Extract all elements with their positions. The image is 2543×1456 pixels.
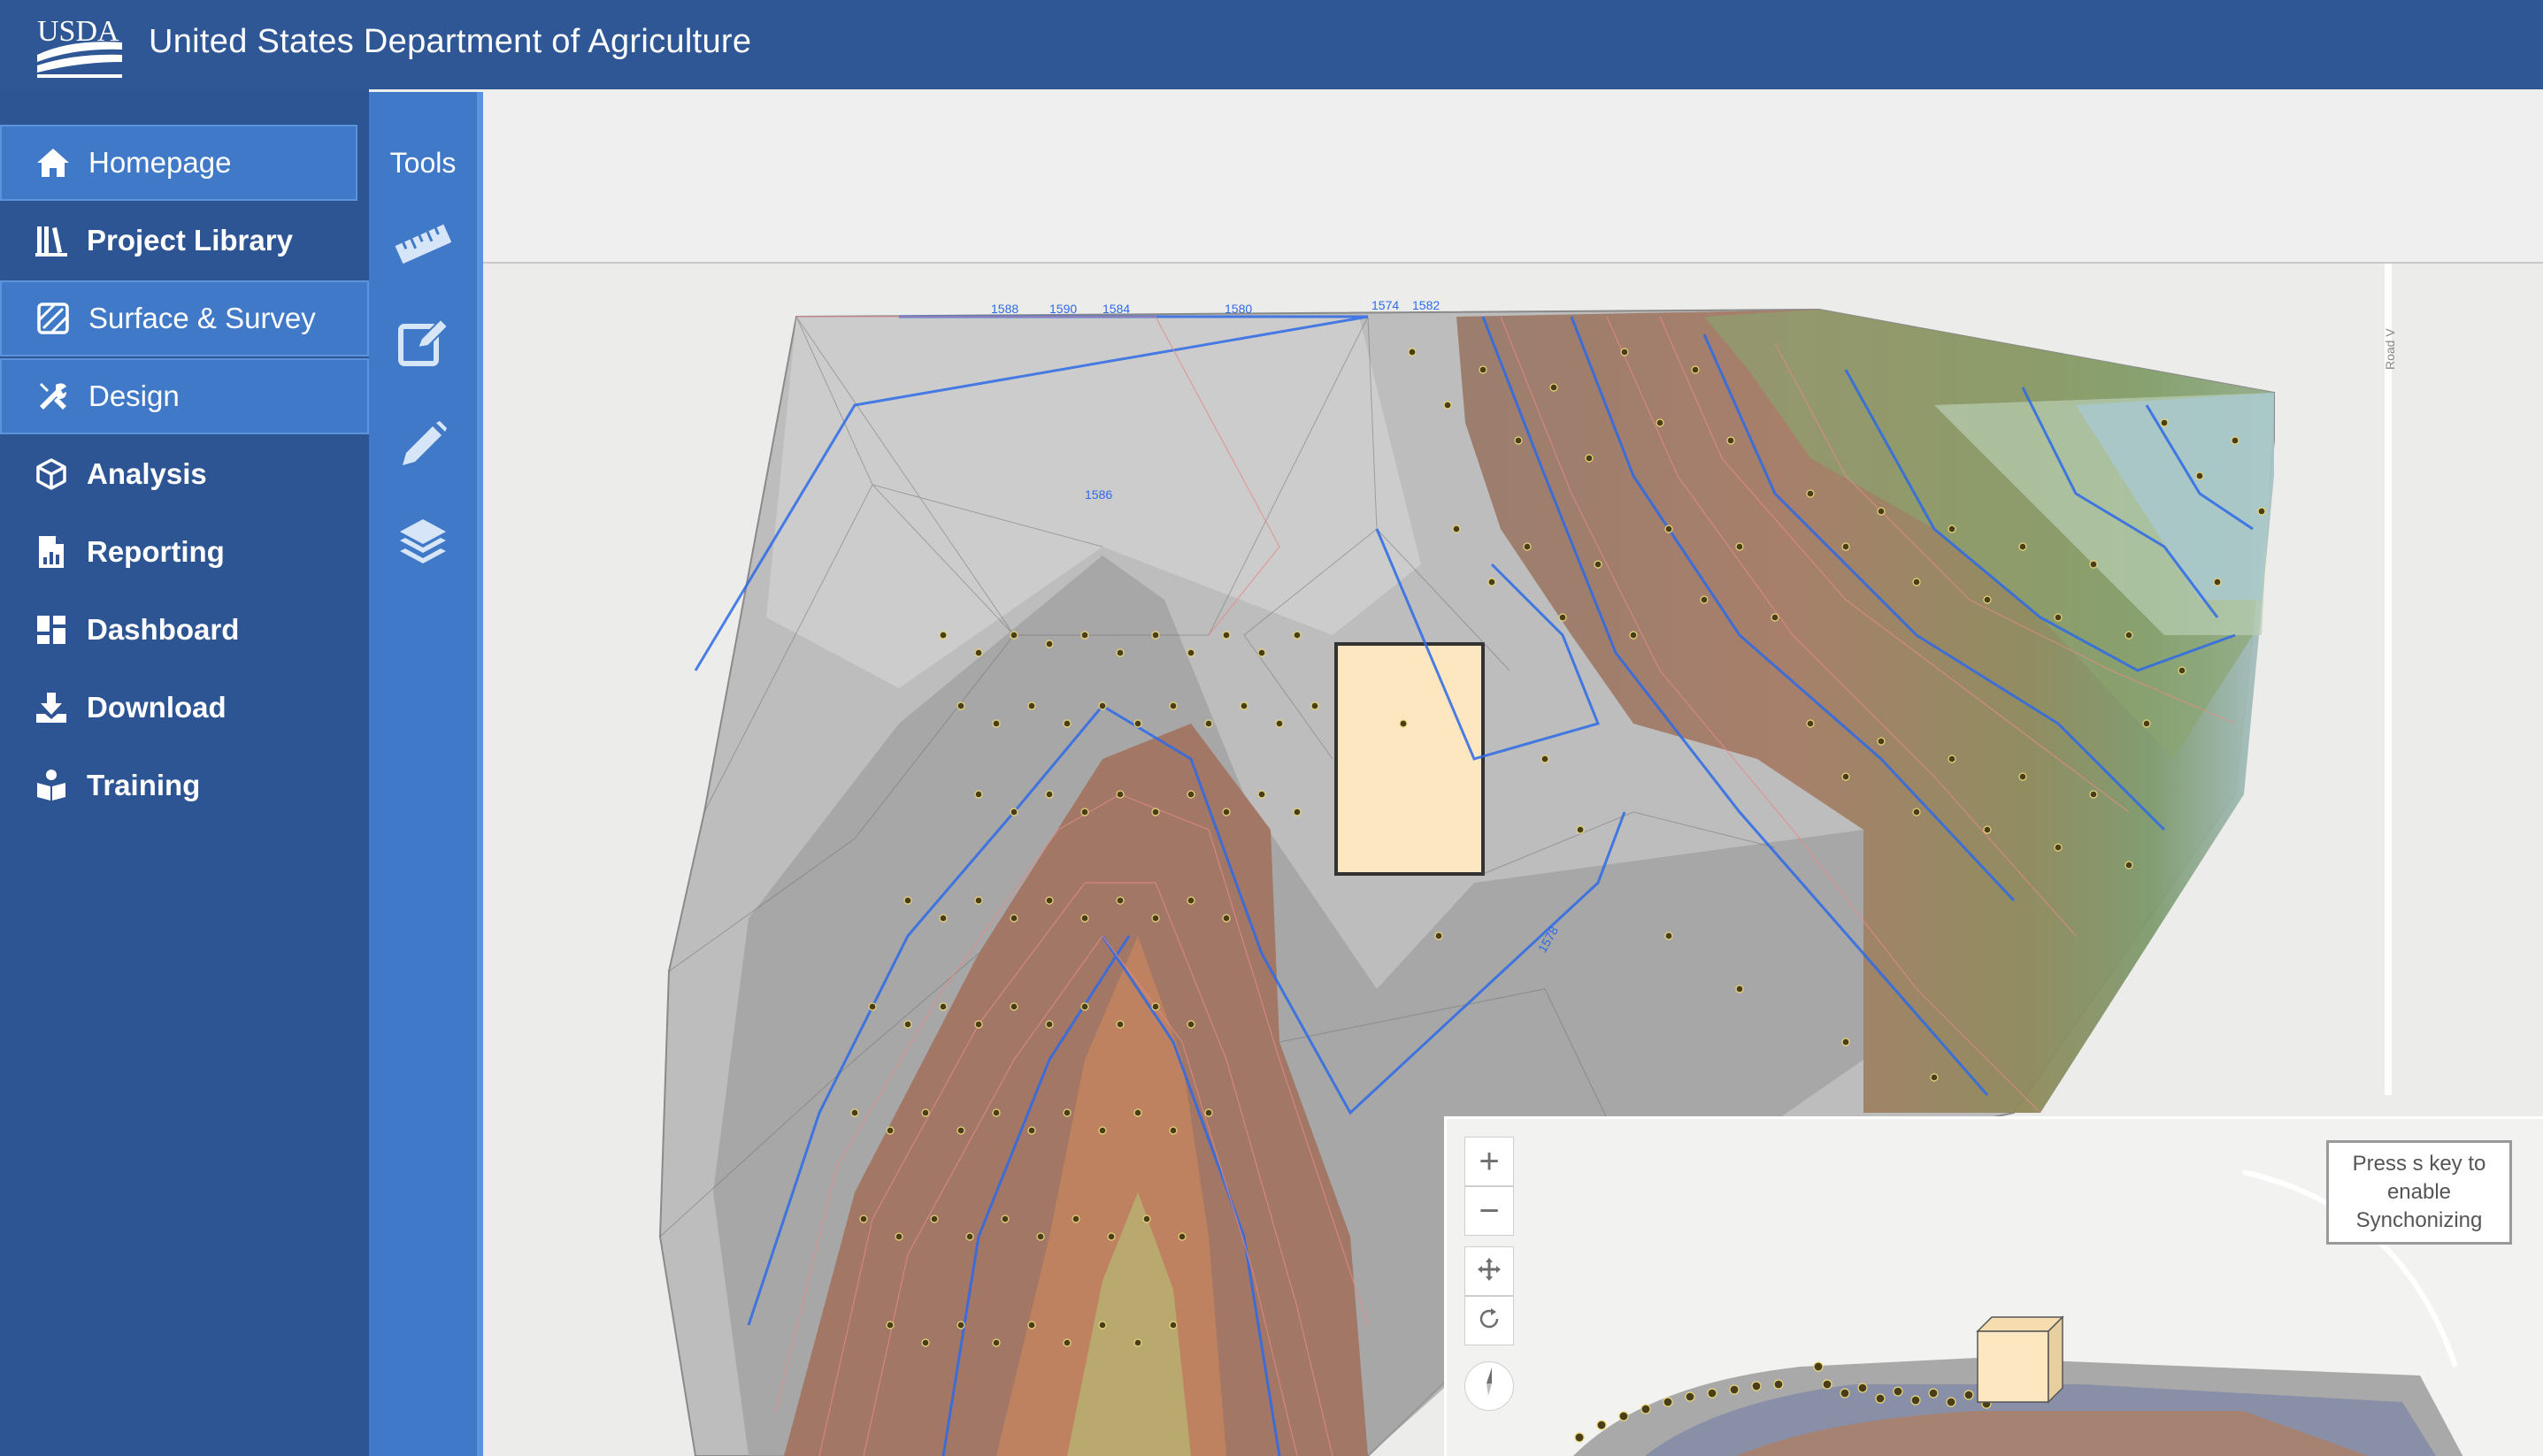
top-bar: USDA United States Department of Agricul…	[0, 0, 2543, 89]
zoom-out-button[interactable]: −	[1464, 1186, 1514, 1236]
agency-name: United States Department of Agriculture	[149, 23, 752, 60]
compass-icon	[1476, 1366, 1502, 1406]
sidebar-item-training[interactable]: Training	[0, 747, 369, 824]
contour-label: 1574	[1371, 298, 1399, 312]
sidebar-item-label: Training	[87, 769, 201, 801]
panel-divider[interactable]	[477, 92, 483, 1456]
tools-icon	[35, 379, 71, 414]
tools-title: Tools	[389, 147, 457, 179]
sidebar-item-download[interactable]: Download	[0, 670, 369, 746]
layers-icon[interactable]	[388, 508, 457, 577]
sidebar-item-dashboard[interactable]: Dashboard	[0, 592, 369, 668]
move-icon	[1476, 1252, 1502, 1291]
sidebar-item-reporting[interactable]: Reporting	[0, 514, 369, 590]
contour-label: 1584	[1102, 302, 1130, 316]
rotate-button[interactable]	[1464, 1296, 1514, 1345]
usda-logo[interactable]: USDA	[35, 12, 124, 78]
download-icon	[34, 690, 69, 725]
sidebar-item-label: Download	[87, 691, 227, 724]
sync-hint: Press s key to enable Synchonizing	[2326, 1140, 2512, 1245]
dashboard-icon	[34, 612, 69, 648]
cube-icon	[34, 456, 69, 492]
sidebar-item-label: Reporting	[87, 535, 225, 568]
sidebar-item-design[interactable]: Design	[0, 358, 369, 434]
map-header-area	[483, 92, 2543, 264]
contour-label: 1580	[1225, 302, 1252, 316]
pencil-icon[interactable]	[388, 410, 457, 479]
training-icon	[34, 768, 69, 803]
sidebar-item-surface-survey[interactable]: Surface & Survey	[0, 280, 369, 356]
pan-button[interactable]	[1464, 1246, 1514, 1296]
sidebar-item-homepage[interactable]: Homepage	[0, 125, 357, 201]
contour-label: 1588	[991, 302, 1018, 316]
contour-label: 1582	[1412, 298, 1440, 312]
3d-inset-view[interactable]: + − Press s key to enable Synchonizing	[1444, 1116, 2543, 1456]
sidebar-item-label: Dashboard	[87, 613, 240, 646]
zoom-in-button[interactable]: +	[1464, 1137, 1514, 1186]
sidebar-item-label: Surface & Survey	[88, 302, 316, 334]
home-icon	[35, 145, 71, 180]
surface-icon	[35, 301, 71, 336]
sidebar-nav: Homepage Project Library Surface & Surve…	[0, 89, 369, 1456]
road-label: Road V	[2383, 328, 2397, 370]
edit-icon[interactable]	[388, 308, 457, 377]
report-icon	[34, 534, 69, 570]
sidebar-item-analysis[interactable]: Analysis	[0, 436, 369, 512]
library-icon	[34, 223, 69, 258]
contour-label: 1586	[1085, 487, 1112, 502]
structure-pad[interactable]	[1334, 642, 1485, 876]
sidebar-item-project-library[interactable]: Project Library	[0, 203, 369, 279]
sidebar-item-label: Project Library	[87, 224, 293, 257]
tools-panel: Tools	[369, 92, 477, 1456]
sidebar-item-label: Homepage	[88, 146, 232, 179]
rotate-icon	[1476, 1301, 1502, 1341]
sidebar-item-label: Analysis	[87, 457, 207, 490]
ruler-icon[interactable]	[388, 209, 457, 278]
compass-button[interactable]	[1464, 1361, 1514, 1411]
sidebar-item-label: Design	[88, 379, 180, 412]
contour-label: 1590	[1049, 302, 1077, 316]
